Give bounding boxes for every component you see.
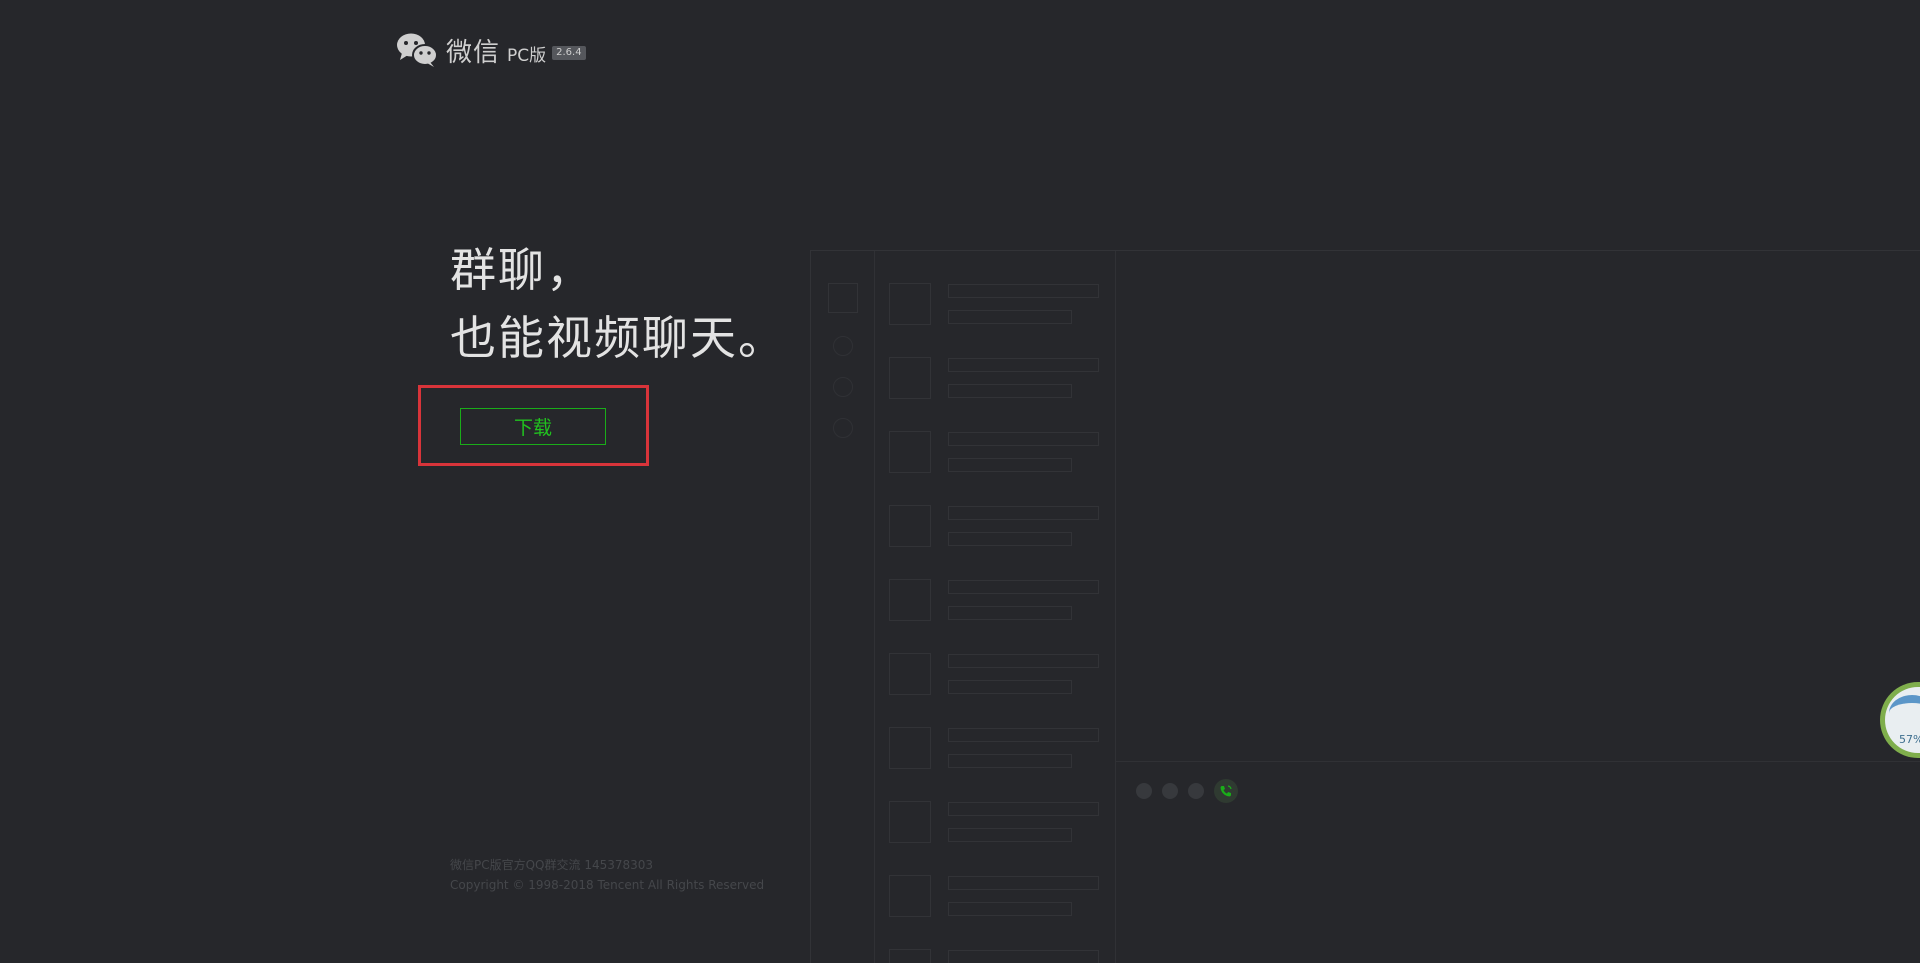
mockup-list-row (889, 801, 1111, 861)
mockup-list-row (889, 653, 1111, 713)
headline-line-1: 群聊， (450, 243, 594, 297)
video-call-icon (1214, 779, 1238, 803)
brand-suffix: PC版 (507, 45, 547, 66)
file-placeholder-icon (1162, 783, 1178, 799)
mockup-list-row (889, 431, 1111, 491)
hero-headline: 群聊， 也能视频聊天。 (450, 236, 786, 372)
mockup-nav-dot (833, 336, 853, 356)
app-mockup-illustration (810, 250, 1920, 963)
mockup-nav-dot (833, 377, 853, 397)
headline-line-2: 也能视频聊天。 (450, 311, 786, 365)
mockup-input-divider (1116, 761, 1920, 762)
gauge-icon (1889, 695, 1920, 731)
version-badge: 2.6.4 (552, 46, 586, 60)
download-button[interactable]: 下载 (460, 408, 606, 445)
mockup-chat-list (875, 251, 1116, 963)
mockup-list-row (889, 949, 1111, 963)
mockup-list-row (889, 357, 1111, 417)
mockup-nav-dot (833, 418, 853, 438)
phone-icon (1220, 785, 1232, 797)
mockup-list-row (889, 875, 1111, 935)
mockup-avatar-placeholder (828, 283, 858, 313)
page: 微信 PC版 2.6.4 群聊， 也能视频聊天。 下载 微信PC版官方QQ群交流… (0, 0, 1920, 963)
badge-percent: 57% (1899, 733, 1920, 746)
mockup-list-row (889, 579, 1111, 639)
mockup-toolbar (1136, 779, 1238, 803)
badge-inner: 57% (1885, 687, 1920, 753)
mockup-list-row (889, 505, 1111, 565)
brand-name: 微信 (446, 37, 501, 68)
wechat-logo-icon (397, 33, 438, 67)
footer: 微信PC版官方QQ群交流 145378303 Copyright © 1998-… (450, 855, 764, 895)
screenshot-placeholder-icon (1188, 783, 1204, 799)
qq-group-text: 微信PC版官方QQ群交流 145378303 (450, 858, 654, 872)
mockup-list-row (889, 727, 1111, 787)
brand-header[interactable]: 微信 PC版 2.6.4 (396, 32, 586, 68)
mockup-list-row (889, 283, 1111, 343)
mockup-nav-column (811, 251, 875, 963)
emoji-placeholder-icon (1136, 783, 1152, 799)
copyright-text: Copyright © 1998-2018 Tencent All Rights… (450, 878, 765, 892)
